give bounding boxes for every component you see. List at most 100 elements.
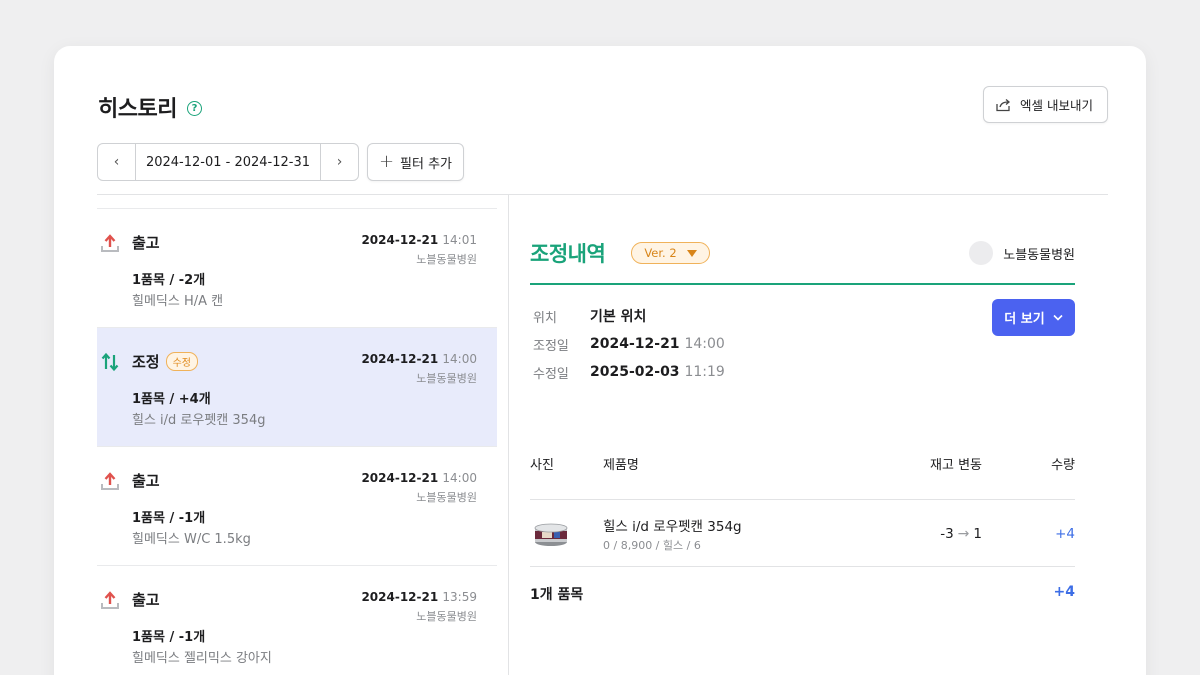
location-key: 위치 bbox=[533, 310, 557, 326]
history-item-selected[interactable]: 조정 수정 2024-12-21 14:00 노블동물병원 1품목 / +4개 … bbox=[97, 328, 497, 447]
history-type: 출고 bbox=[132, 470, 160, 491]
plus-icon: + bbox=[378, 151, 395, 172]
history-time: 14:01 bbox=[442, 233, 477, 247]
more-button[interactable]: 더 보기 bbox=[992, 299, 1075, 336]
up-down-arrows-icon bbox=[101, 352, 119, 372]
product-subinfo: 0 / 8,900 / 힐스 / 6 bbox=[603, 539, 701, 552]
col-quantity: 수량 bbox=[1051, 458, 1075, 473]
history-date: 2024-12-21 bbox=[361, 233, 439, 247]
history-time: 14:00 bbox=[442, 352, 477, 366]
history-item[interactable]: 출고 2024-12-21 14:01 노블동물병원 1품목 / -2개 힐메딕… bbox=[97, 209, 497, 328]
adjusted-date-key: 조정일 bbox=[533, 338, 569, 354]
hospital-name: 노블동물병원 bbox=[1003, 247, 1075, 263]
history-card: 히스토리 ? 엑셀 내보내기 ‹ 2024-12-01 - 2024-12-31… bbox=[54, 46, 1146, 675]
hospital-info: 노블동물병원 bbox=[969, 241, 1075, 265]
history-type-label: 출고 bbox=[132, 591, 160, 609]
history-place: 노블동물병원 bbox=[416, 372, 477, 385]
more-label: 더 보기 bbox=[1004, 312, 1045, 327]
adjusted-time: 14:00 bbox=[684, 336, 725, 352]
history-type-label: 출고 bbox=[132, 234, 160, 252]
history-product: 힐메딕스 H/A 캔 bbox=[132, 294, 224, 309]
history-count: 1품목 / -2개 bbox=[132, 273, 206, 288]
chevron-down-icon bbox=[1053, 314, 1063, 321]
excel-export-button[interactable]: 엑셀 내보내기 bbox=[983, 86, 1108, 123]
page-header: 히스토리 ? bbox=[98, 91, 202, 123]
meta-modified-date: 수정일 2025-02-03 11:19 bbox=[530, 358, 725, 386]
upload-arrow-icon bbox=[101, 472, 119, 490]
help-icon[interactable]: ? bbox=[186, 100, 202, 116]
history-timestamp: 2024-12-21 14:00 bbox=[361, 352, 477, 366]
history-date: 2024-12-21 bbox=[361, 352, 439, 366]
total-summary: 1개 품목 +4 bbox=[530, 584, 1075, 604]
history-place: 노블동물병원 bbox=[416, 491, 477, 504]
history-type: 조정 수정 bbox=[132, 351, 199, 372]
header-divider bbox=[97, 194, 1108, 195]
col-photo: 사진 bbox=[530, 458, 554, 473]
history-item[interactable]: 출고 2024-12-21 14:00 노블동물병원 1품목 / -1개 힐메딕… bbox=[97, 447, 497, 566]
total-label: 1개 품목 bbox=[530, 587, 584, 603]
meta-adjusted-date: 조정일 2024-12-21 14:00 bbox=[530, 330, 725, 358]
detail-title: 조정내역 bbox=[530, 242, 606, 266]
history-timestamp: 2024-12-21 13:59 bbox=[361, 590, 477, 604]
location-value: 기본 위치 bbox=[590, 309, 647, 325]
row-quantity: +4 bbox=[1055, 526, 1075, 542]
adjusted-date-value: 2024-12-21 14:00 bbox=[590, 336, 725, 352]
upload-arrow-icon bbox=[101, 591, 119, 609]
history-list: 출고 2024-12-21 14:01 노블동물병원 1품목 / -2개 힐메딕… bbox=[97, 208, 497, 675]
detail-header: 조정내역 Ver. 2 노블동물병원 bbox=[530, 236, 1075, 285]
history-place: 노블동물병원 bbox=[416, 610, 477, 623]
modified-time: 11:19 bbox=[684, 364, 725, 380]
prev-period-button[interactable]: ‹ bbox=[98, 144, 136, 180]
history-count: 1품목 / -1개 bbox=[132, 630, 206, 645]
history-type: 출고 bbox=[132, 232, 160, 253]
chevron-left-icon: ‹ bbox=[113, 154, 120, 170]
history-item[interactable]: 출고 2024-12-21 13:59 노블동물병원 1품목 / -1개 힐메딕… bbox=[97, 566, 497, 675]
history-date: 2024-12-21 bbox=[361, 471, 439, 485]
history-timestamp: 2024-12-21 14:00 bbox=[361, 471, 477, 485]
history-type: 출고 bbox=[132, 589, 160, 610]
adjusted-date: 2024-12-21 bbox=[590, 336, 680, 352]
caret-down-icon bbox=[686, 249, 697, 257]
history-time: 14:00 bbox=[442, 471, 477, 485]
version-label: Ver. 2 bbox=[644, 246, 677, 260]
table-row[interactable]: 힐스 i/d 로우펫캔 354g 0 / 8,900 / 힐스 / 6 -3 →… bbox=[530, 501, 1075, 567]
adjustment-detail-panel: 조정내역 Ver. 2 노블동물병원 위치 기본 위치 조정일 2024-12-… bbox=[530, 236, 1075, 603]
modified-date-value: 2025-02-03 11:19 bbox=[590, 364, 725, 380]
detail-meta: 위치 기본 위치 조정일 2024-12-21 14:00 수정일 2025-0… bbox=[530, 302, 725, 386]
modified-date-key: 수정일 bbox=[533, 366, 569, 382]
stock-change: -3 → 1 bbox=[940, 526, 982, 542]
history-time: 13:59 bbox=[442, 590, 477, 604]
product-table-header: 사진 제품명 재고 변동 수량 bbox=[530, 454, 1075, 500]
arrow-right-icon: → bbox=[957, 526, 970, 542]
chevron-right-icon: › bbox=[336, 154, 343, 170]
add-filter-button[interactable]: + 필터 추가 bbox=[367, 143, 464, 181]
page-title: 히스토리 bbox=[98, 97, 177, 122]
panel-divider bbox=[508, 195, 509, 675]
modified-date: 2025-02-03 bbox=[590, 364, 680, 380]
history-count: 1품목 / +4개 bbox=[132, 392, 211, 407]
product-name: 힐스 i/d 로우펫캔 354g bbox=[603, 519, 742, 535]
history-date: 2024-12-21 bbox=[361, 590, 439, 604]
history-count: 1품목 / -1개 bbox=[132, 511, 206, 526]
stock-to: 1 bbox=[973, 526, 982, 542]
next-period-button[interactable]: › bbox=[320, 144, 358, 180]
upload-arrow-icon bbox=[101, 234, 119, 252]
share-export-icon bbox=[996, 98, 1011, 111]
add-filter-label: 필터 추가 bbox=[400, 156, 453, 172]
history-type-label: 조정 bbox=[132, 353, 160, 371]
history-place: 노블동물병원 bbox=[416, 253, 477, 266]
date-range-navigator: ‹ 2024-12-01 - 2024-12-31 › bbox=[97, 143, 359, 181]
history-timestamp: 2024-12-21 14:01 bbox=[361, 233, 477, 247]
product-image bbox=[534, 523, 568, 546]
meta-location: 위치 기본 위치 bbox=[530, 302, 725, 330]
excel-export-label: 엑셀 내보내기 bbox=[1020, 98, 1093, 113]
col-product-name: 제품명 bbox=[603, 458, 639, 473]
avatar bbox=[969, 241, 994, 265]
col-stock-change: 재고 변동 bbox=[930, 458, 982, 473]
version-dropdown[interactable]: Ver. 2 bbox=[631, 242, 710, 264]
total-quantity: +4 bbox=[1053, 584, 1075, 600]
history-product: 힐메딕스 젤리믹스 강아지 bbox=[132, 651, 272, 666]
history-product: 힐메딕스 W/C 1.5kg bbox=[132, 532, 251, 547]
stock-from: -3 bbox=[940, 526, 954, 542]
date-range-picker[interactable]: 2024-12-01 - 2024-12-31 bbox=[136, 144, 320, 180]
